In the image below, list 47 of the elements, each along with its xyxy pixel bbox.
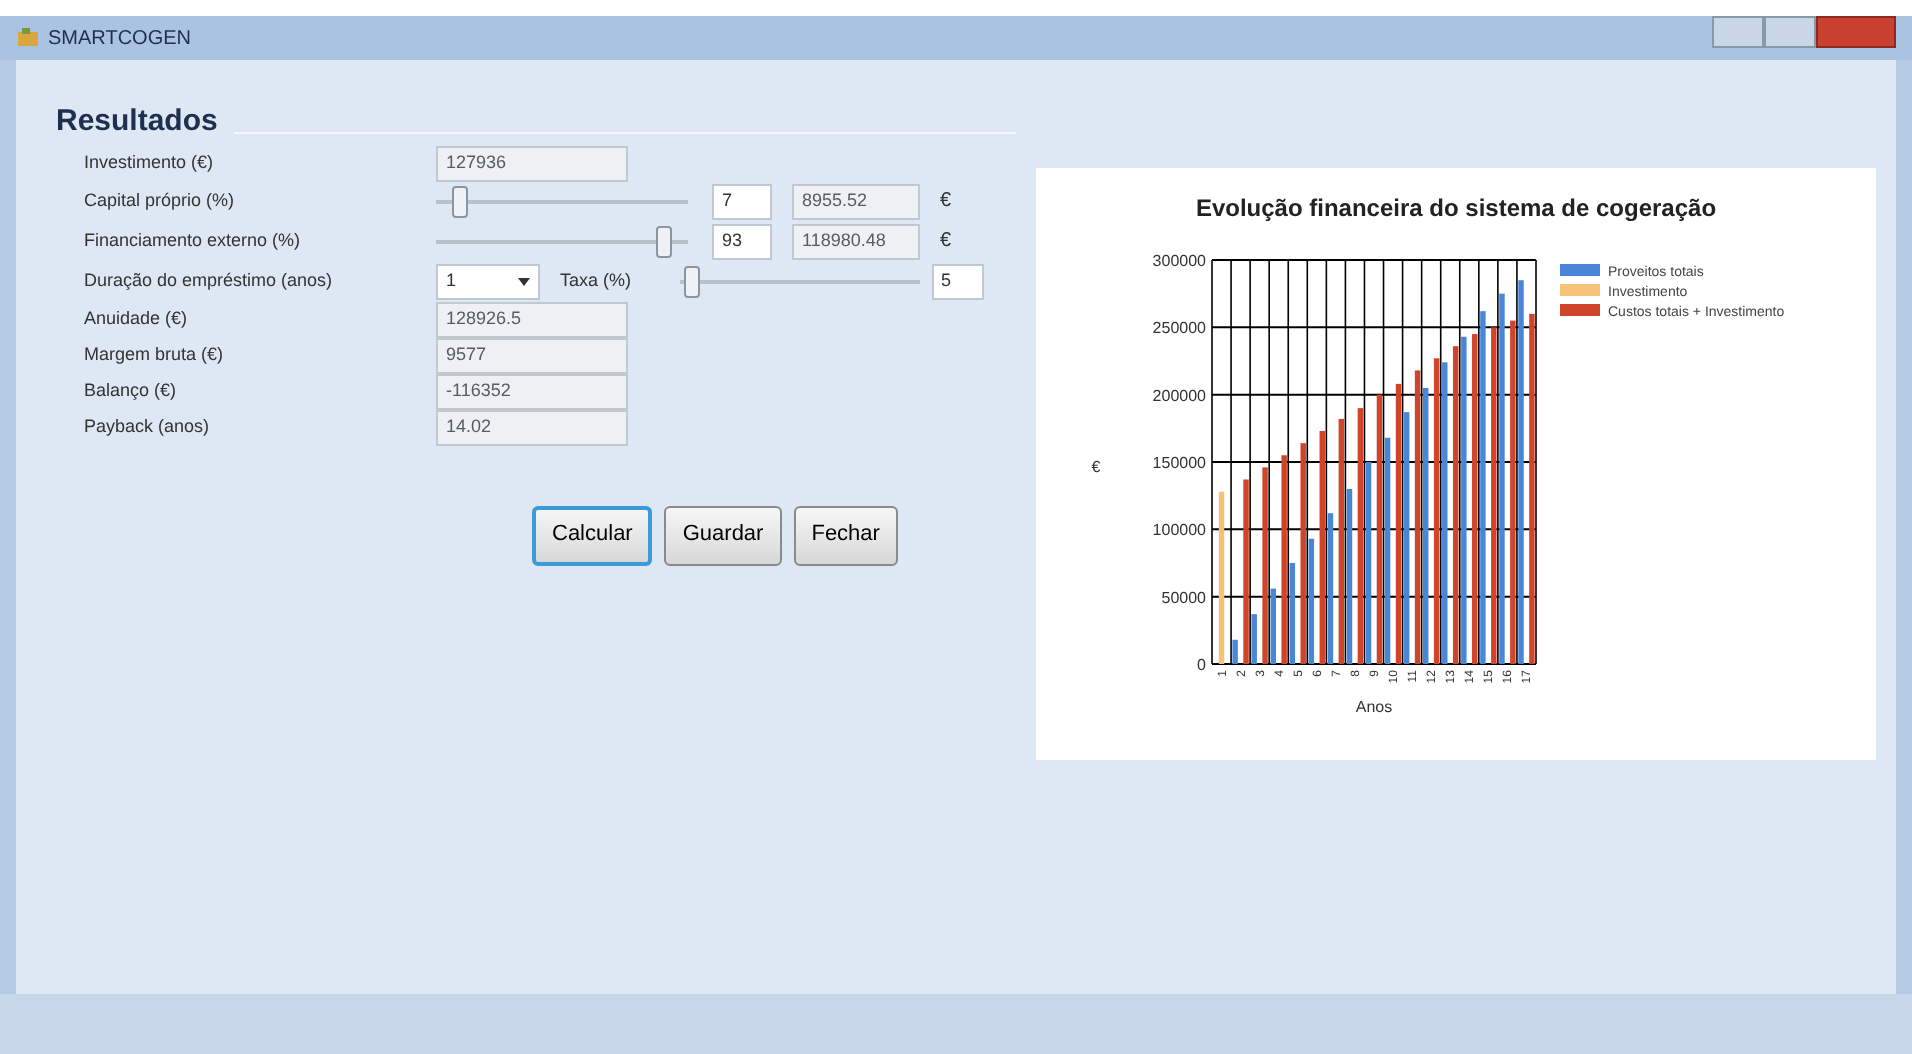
- window-title: SMARTCOGEN: [48, 25, 191, 53]
- legend-swatch: [1560, 304, 1600, 316]
- tick-label: 100000: [1152, 521, 1206, 540]
- tick-label: 0: [1197, 656, 1206, 674]
- percent-field[interactable]: 93: [712, 223, 772, 259]
- value-field: -116352: [436, 373, 628, 409]
- dropdown-value: 1: [446, 267, 457, 294]
- chart-title: Evolução financeira do sistema de cogeração: [1195, 194, 1717, 222]
- field-label: Duração do empréstimo (anos): [84, 269, 333, 290]
- window-controls[interactable]: [1712, 16, 1896, 48]
- slider[interactable]: [436, 181, 688, 221]
- bar: [1232, 639, 1238, 664]
- field-label: Financiamento externo (%): [84, 229, 301, 250]
- dropdown[interactable]: 1: [436, 263, 540, 299]
- value-field: 8955.52: [792, 183, 920, 219]
- value-field: 128926.5: [436, 301, 628, 337]
- caret-icon: [518, 277, 530, 285]
- tick-label: 300000: [1152, 252, 1206, 270]
- action-button[interactable]: Fechar: [793, 505, 898, 565]
- unit-label: €: [940, 228, 952, 256]
- field-label: Anuidade (€): [84, 307, 188, 328]
- value-field: 118980.48: [792, 223, 920, 259]
- field-label: Payback (anos): [84, 415, 210, 436]
- field-label: Capital próprio (%): [84, 189, 235, 210]
- tick-label: 150000: [1152, 454, 1206, 472]
- legend-swatch: [1560, 284, 1600, 296]
- app-icon: [16, 26, 40, 50]
- field-label: Taxa (%): [560, 267, 632, 294]
- field-label: Investimento (€): [84, 151, 214, 172]
- tick-label: 50000: [1161, 588, 1206, 607]
- field-label: Balanço (€): [84, 379, 177, 400]
- unit-label: €: [940, 188, 952, 216]
- section-title: Resultados: [56, 102, 218, 142]
- action-button[interactable]: Calcular: [532, 505, 653, 565]
- tick-label: 250000: [1152, 319, 1206, 338]
- axis-title: €: [1091, 458, 1101, 476]
- slider-thumb[interactable]: [452, 185, 469, 217]
- legend-swatch: [1560, 264, 1600, 276]
- percent-field[interactable]: 7: [712, 183, 772, 219]
- rate-field[interactable]: 5: [931, 263, 984, 299]
- tick-label: 200000: [1152, 386, 1206, 405]
- value-field: 127936: [436, 145, 628, 181]
- action-button[interactable]: Guardar: [664, 505, 782, 565]
- value-field: 14.02: [436, 409, 628, 445]
- value-field: 9577: [436, 337, 628, 373]
- field-label: Margem bruta (€): [84, 343, 224, 364]
- axis-title: Anos: [1355, 698, 1393, 716]
